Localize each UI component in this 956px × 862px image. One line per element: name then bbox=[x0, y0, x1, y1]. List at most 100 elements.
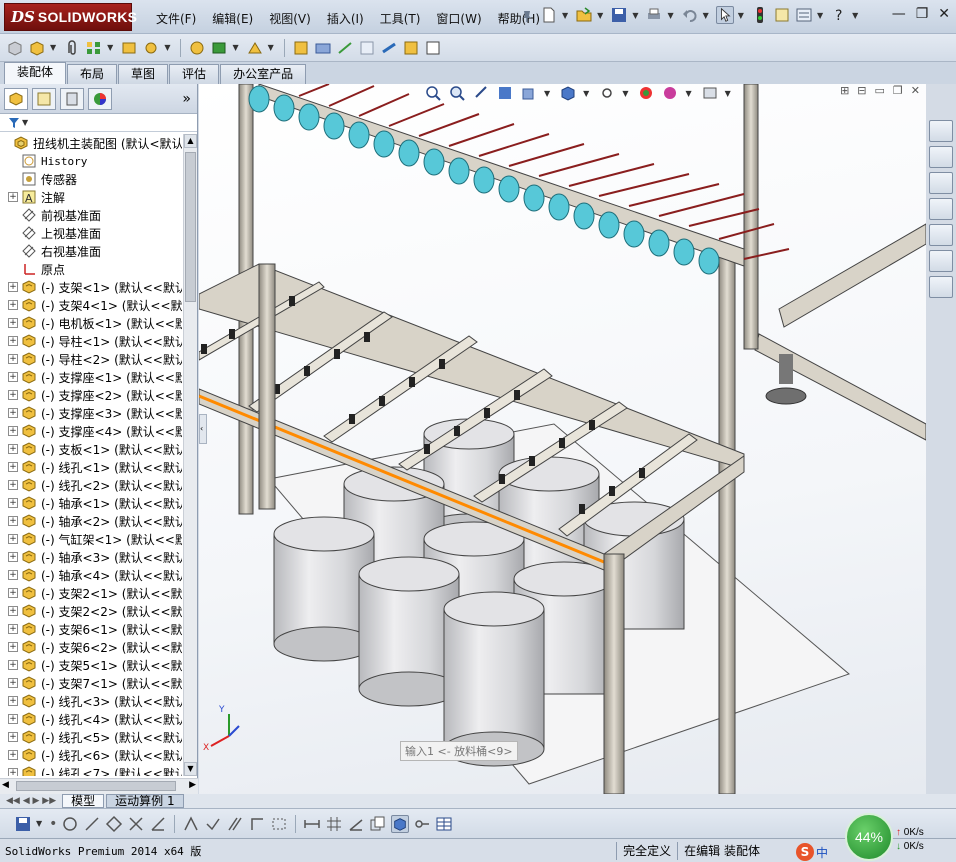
design-library-icon[interactable] bbox=[929, 172, 953, 194]
menu-insert[interactable]: 插入(I) bbox=[319, 8, 372, 29]
point-icon[interactable]: • bbox=[49, 816, 57, 832]
open-folder-icon[interactable] bbox=[575, 6, 593, 24]
expand-icon[interactable]: + bbox=[8, 714, 18, 724]
angle-icon[interactable] bbox=[149, 815, 167, 833]
angle-measure-icon[interactable] bbox=[347, 815, 365, 833]
zoom-to-fit-icon[interactable] bbox=[424, 84, 442, 102]
tree-item[interactable]: + (-) 线孔<7> (默认<<默认 bbox=[0, 764, 182, 776]
chevron-down-icon[interactable]: ▼ bbox=[164, 43, 170, 52]
tree-item[interactable]: + (-) 支架4<1> (默认<<默认 bbox=[0, 296, 182, 314]
parallel-icon[interactable] bbox=[226, 815, 244, 833]
insert-components-icon[interactable] bbox=[6, 39, 24, 57]
tab-layout[interactable]: 布局 bbox=[67, 64, 118, 84]
tree-item[interactable]: + (-) 支架5<1> (默认<<默认 bbox=[0, 656, 182, 674]
previous-view-icon[interactable] bbox=[472, 84, 490, 102]
new-part-icon[interactable] bbox=[28, 39, 46, 57]
tree-item[interactable]: + A 注解 bbox=[0, 188, 182, 206]
tree-item[interactable]: + (-) 轴承<3> (默认<<默认 bbox=[0, 548, 182, 566]
tree-root[interactable]: - 扭线机主装配图 (默认<默认 bbox=[0, 134, 182, 152]
expand-icon[interactable]: + bbox=[8, 516, 18, 526]
tree-item[interactable]: + (-) 导柱<1> (默认<<默认 bbox=[0, 332, 182, 350]
minimize-icon[interactable]: — bbox=[892, 6, 906, 22]
expand-icon[interactable]: + bbox=[8, 678, 18, 688]
tree-item[interactable]: +History bbox=[0, 152, 182, 170]
select-cursor-icon[interactable] bbox=[715, 6, 734, 24]
tree-item[interactable]: + (-) 支撑座<3> (默认<<默 bbox=[0, 404, 182, 422]
expand-icon[interactable]: + bbox=[8, 660, 18, 670]
tree-item[interactable]: +传感器 bbox=[0, 170, 182, 188]
smart-dimension-icon[interactable] bbox=[182, 815, 200, 833]
expand-icon[interactable]: + bbox=[8, 750, 18, 760]
solidworks-logo[interactable]: DS SOLIDWORKS bbox=[4, 3, 137, 31]
chevron-down-icon[interactable]: ▼ bbox=[268, 43, 274, 52]
hole-alignment-icon[interactable] bbox=[402, 39, 420, 57]
appearances-icon[interactable] bbox=[929, 250, 953, 272]
chevron-down-icon[interactable]: ▼ bbox=[632, 11, 638, 20]
expand-icon[interactable]: + bbox=[8, 444, 18, 454]
undo-icon[interactable] bbox=[681, 6, 699, 24]
help-icon[interactable]: ? bbox=[830, 6, 848, 24]
file-properties-icon[interactable] bbox=[773, 6, 791, 24]
tree-item[interactable]: + (-) 支架<1> (默认<<默认 bbox=[0, 278, 182, 296]
mate-paperclip-icon[interactable] bbox=[63, 39, 81, 57]
split-vertical-icon[interactable]: ⊟ bbox=[857, 84, 866, 97]
sketch-entities-icon[interactable] bbox=[270, 815, 288, 833]
restore-icon[interactable]: ❐ bbox=[916, 6, 929, 22]
hscroll-thumb[interactable] bbox=[16, 781, 176, 791]
search-key-icon[interactable] bbox=[413, 815, 431, 833]
bill-of-materials-icon[interactable] bbox=[292, 39, 310, 57]
trim-icon[interactable] bbox=[127, 815, 145, 833]
tree-item[interactable]: + (-) 电机板<1> (默认<<默 bbox=[0, 314, 182, 332]
expand-icon[interactable]: + bbox=[8, 534, 18, 544]
filter-icon[interactable] bbox=[8, 117, 22, 129]
chevron-down-icon[interactable]: ▼ bbox=[544, 89, 550, 98]
tree-item[interactable]: + (-) 线孔<3> (默认<<默认 bbox=[0, 692, 182, 710]
chevron-down-icon[interactable]: ▼ bbox=[852, 11, 858, 20]
tree-item[interactable]: + (-) 支架2<2> (默认<<默认 bbox=[0, 602, 182, 620]
tree-item[interactable]: + (-) 线孔<1> (默认<<默认 bbox=[0, 458, 182, 476]
tab-assembly[interactable]: 装配体 bbox=[4, 62, 67, 84]
restore-document-icon[interactable]: ❐ bbox=[893, 84, 903, 97]
expand-icon[interactable]: + bbox=[8, 354, 18, 364]
copy-icon[interactable] bbox=[369, 815, 387, 833]
network-monitor-gauge[interactable]: 44% bbox=[845, 813, 893, 861]
tree-item[interactable]: + (-) 线孔<6> (默认<<默认 bbox=[0, 746, 182, 764]
assembly-model-render[interactable]: Y X bbox=[199, 84, 926, 794]
menu-edit[interactable]: 编辑(E) bbox=[204, 8, 261, 29]
expand-icon[interactable]: + bbox=[8, 426, 18, 436]
split-horizontal-icon[interactable]: ⊞ bbox=[840, 84, 849, 97]
tree-item[interactable]: +前视基准面 bbox=[0, 206, 182, 224]
tree-item[interactable]: + (-) 轴承<4> (默认<<默认 bbox=[0, 566, 182, 584]
scroll-down-icon[interactable]: ▼ bbox=[184, 762, 197, 776]
tree-item[interactable]: + (-) 支架2<1> (默认<<默认 bbox=[0, 584, 182, 602]
view-settings-icon[interactable] bbox=[701, 84, 719, 102]
view-orientation-icon[interactable] bbox=[520, 84, 538, 102]
tab-sketch[interactable]: 草图 bbox=[118, 64, 169, 84]
edit-appearance-icon[interactable] bbox=[637, 84, 655, 102]
chevron-down-icon[interactable]: ▼ bbox=[22, 118, 28, 127]
expand-icon[interactable]: + bbox=[8, 192, 18, 202]
chevron-down-icon[interactable]: ▼ bbox=[232, 43, 238, 52]
reference-geometry-icon[interactable] bbox=[246, 39, 264, 57]
new-document-icon[interactable] bbox=[540, 6, 558, 24]
tree-item[interactable]: + (-) 线孔<4> (默认<<默认 bbox=[0, 710, 182, 728]
tab-model[interactable]: 模型 bbox=[62, 794, 105, 808]
relations-icon[interactable] bbox=[204, 815, 222, 833]
interference-detection-icon[interactable] bbox=[358, 39, 376, 57]
tab-evaluate[interactable]: 评估 bbox=[169, 64, 220, 84]
tree-item[interactable]: + (-) 支撑座<1> (默认<<默 bbox=[0, 368, 182, 386]
tree-item[interactable]: + (-) 支架6<2> (默认<<默认 bbox=[0, 638, 182, 656]
tree-filter[interactable]: ▼ bbox=[0, 114, 197, 132]
linear-pattern-icon[interactable] bbox=[85, 39, 103, 57]
tree-item[interactable]: + (-) 支撑座<4> (默认<<默 bbox=[0, 422, 182, 440]
instant3d-icon[interactable] bbox=[424, 39, 442, 57]
tree-item[interactable]: + (-) 支架7<1> (默认<<默认 bbox=[0, 674, 182, 692]
clearance-verification-icon[interactable] bbox=[380, 39, 398, 57]
expand-icon[interactable]: + bbox=[8, 390, 18, 400]
chevron-down-icon[interactable]: ▼ bbox=[36, 819, 42, 828]
print-icon[interactable] bbox=[645, 6, 663, 24]
menu-file[interactable]: 文件(F) bbox=[148, 8, 204, 29]
tree-item[interactable]: + (-) 轴承<1> (默认<<默认 bbox=[0, 494, 182, 512]
custom-properties-icon[interactable] bbox=[929, 276, 953, 298]
grid-icon[interactable] bbox=[325, 815, 343, 833]
